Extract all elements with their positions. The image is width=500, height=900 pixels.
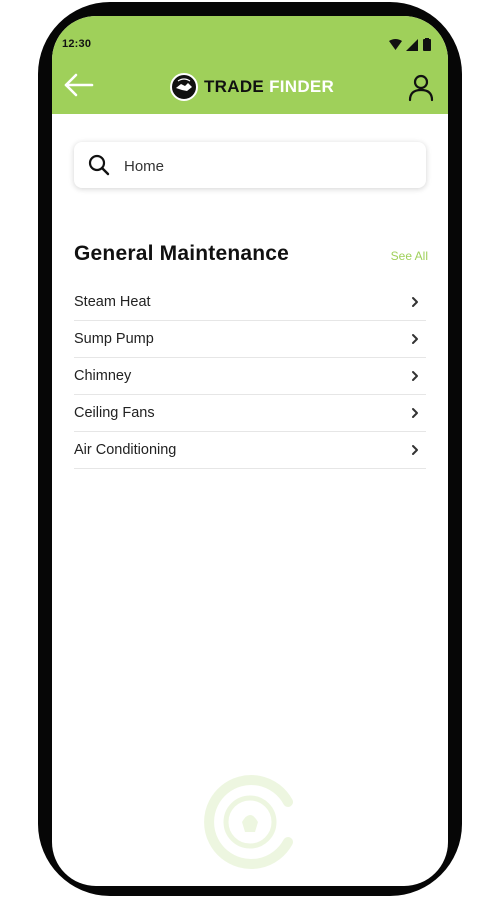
app-header: 12:30 TRADE FINDER (52, 16, 448, 114)
chevron-right-icon (412, 297, 418, 307)
list-item-label: Air Conditioning (74, 442, 177, 458)
brand: TRADE FINDER (170, 72, 334, 102)
app-screen: 12:30 TRADE FINDER Home General Maintena… (52, 16, 448, 886)
status-time: 12:30 (62, 38, 92, 50)
list-item-label: Steam Heat (74, 294, 151, 310)
list-item[interactable]: Steam Heat (74, 284, 426, 321)
watermark-logo (204, 775, 293, 869)
list-item-label: Ceiling Fans (74, 405, 155, 421)
arrow-left-icon (64, 73, 94, 97)
user-icon (408, 74, 434, 102)
back-button[interactable] (62, 70, 96, 100)
chevron-right-icon (412, 334, 418, 344)
status-icons (389, 38, 431, 51)
chevron-right-icon (412, 408, 418, 418)
list-item[interactable]: Sump Pump (74, 321, 426, 358)
list-item[interactable]: Air Conditioning (74, 432, 426, 469)
brand-name-secondary: FINDER (269, 77, 335, 96)
search-bar[interactable] (74, 142, 426, 188)
search-icon (88, 154, 110, 176)
search-input[interactable] (122, 150, 416, 182)
section-title: General Maintenance (74, 242, 290, 265)
list-item-label: Sump Pump (74, 331, 154, 347)
see-all-link[interactable]: See All (391, 249, 428, 263)
brand-name-primary: TRADE (204, 77, 265, 96)
chevron-right-icon (412, 445, 418, 455)
list-item-label: Chimney (74, 368, 132, 384)
profile-button[interactable] (406, 72, 436, 102)
handshake-globe-icon (170, 73, 198, 101)
list-item[interactable]: Chimney (74, 358, 426, 395)
maintenance-list: Steam Heat Sump Pump Chimney Ceiling Fan… (74, 284, 426, 469)
chevron-right-icon (412, 371, 418, 381)
list-item[interactable]: Ceiling Fans (74, 395, 426, 432)
